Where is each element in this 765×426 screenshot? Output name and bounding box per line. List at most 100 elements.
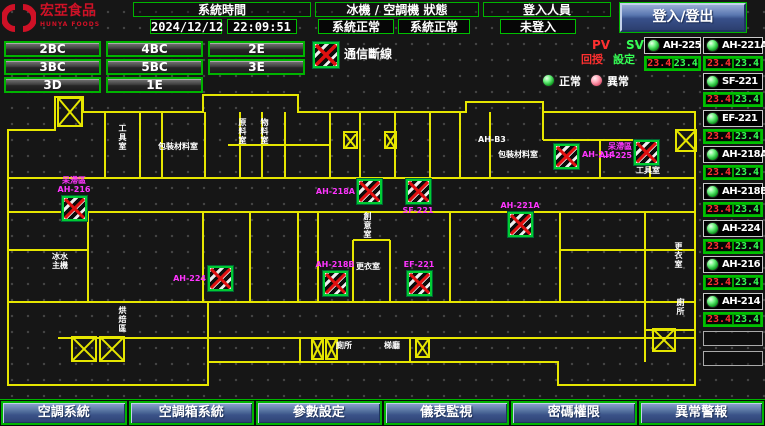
ahu-marker-label-line: EF-221 [389,260,449,269]
nav-button-6[interactable]: 異常警報 [639,401,765,425]
sv-header: SV [626,39,644,52]
ahu-marker-label-line: AH-218B [305,260,365,269]
zone-button-2e[interactable]: 2E [208,41,305,57]
login-user-value: 未登入 [500,19,576,34]
comm-loss-icon [313,42,339,68]
ahu-marker-icon-ef-221[interactable] [407,271,432,296]
nav-button-2[interactable]: 空調箱系統 [129,401,255,425]
ahu-marker-icon-ah-216[interactable] [62,196,87,221]
room-label: 原料室 [238,118,247,145]
ahu-marker-label-line: AH-218A [315,187,355,196]
nav-button-3[interactable]: 參數設定 [256,401,382,425]
stairs-icon [415,338,430,358]
stairs-icon [675,129,697,152]
unit-sv-value: 23.4 [733,131,761,142]
unit-name-label: AH-218B [722,186,765,197]
room-label: 包裝材料室 [158,142,198,151]
unit-pv-value: 23.4 [705,314,733,325]
unit-empty-slot [703,331,763,346]
ahu-marker-icon-ah-225[interactable] [634,140,659,165]
unit-row-ah-214[interactable]: AH-214 [703,293,763,310]
unit-status-led-icon [706,112,719,125]
nav-button-4[interactable]: 儀表監視 [384,401,510,425]
room-label: 廁所 [676,298,685,316]
zone-button-3e[interactable]: 3E [208,59,305,75]
unit-sv-value: 23.4 [733,277,761,288]
unit-sv-value: 23.4 [733,241,761,252]
unit-status-led-icon [647,39,660,52]
unit-pv-value: 23.4 [705,277,733,288]
zone-button-2bc[interactable]: 2BC [4,41,101,57]
login-user-label: 登入人員 [483,2,611,17]
ahu-marker-label: AH-214 [582,150,632,159]
unit-row-ah-218b[interactable]: AH-218B [703,183,763,200]
zone-button-4bc[interactable]: 4BC [106,41,203,57]
stairs-icon [311,338,324,360]
unit-name-label: SF-221 [722,76,758,87]
ahu-marker-label-line: AH-216 [44,185,104,194]
system-date-value: 2024/12/12 [150,19,222,34]
unit-empty-slot [703,351,763,366]
ahu-marker-icon-sf-221[interactable] [406,179,431,204]
unit-row-ef-221[interactable]: EF-221 [703,110,763,127]
unit-sv-value: 23.4 [733,314,761,325]
unit-name-label: AH-218A [722,149,765,160]
unit-row-ah-218a[interactable]: AH-218A [703,146,763,163]
unit-row-sf-221[interactable]: SF-221 [703,73,763,90]
zone-button-5bc[interactable]: 5BC [106,59,203,75]
unit-values-sf-221: 23.423.4 [703,92,763,107]
room-label: 冰水主機 [52,252,74,270]
nav-button-5[interactable]: 密碼權限 [511,401,637,425]
unit-sv-value: 23.4 [733,167,761,178]
ahu-marker-icon-ah-224[interactable] [208,266,233,291]
unit-name-label: AH-225 [663,40,701,51]
unit-pv-value: 23.4 [705,204,733,215]
comm-loss-label: 通信斷線 [344,48,392,61]
unit-status-led-icon [706,75,719,88]
pv-header: PV [592,39,610,52]
unit-status-led-icon [706,258,719,271]
ahu-marker-icon-ah-218a[interactable] [357,179,382,204]
ahu-marker-label-line: AH-221A [490,201,550,210]
unit-values-ah-224: 23.423.4 [703,239,763,254]
brand-name-zh: 宏亞食品 [40,3,96,19]
room-label: 包裝材料室 [498,150,538,159]
ahu-marker-label-line: AH-225 [592,151,632,160]
unit-name-label: AH-221A [722,40,765,51]
unit-status-led-icon [706,39,719,52]
zone-button-3bc[interactable]: 3BC [4,59,101,75]
stairs-icon [343,131,358,149]
normal-led-icon [542,74,555,87]
ahu-marker-label-line: AH-224 [166,274,206,283]
unit-status-led-icon [706,185,719,198]
ahu-marker-label: SF-221 [388,206,448,215]
unit-row-ah-224[interactable]: AH-224 [703,220,763,237]
room-label: AH-B3 [478,135,506,144]
ahu-marker-icon-ah-221a[interactable] [508,212,533,237]
unit-values-ef-221: 23.423.4 [703,129,763,144]
brand-logo-icon [2,4,36,32]
unit-sv-value: 23.4 [673,58,700,69]
zone-button-3d[interactable]: 3D [4,77,101,93]
normal-label: 正常 [559,75,581,88]
unit-row-ah-216[interactable]: AH-216 [703,256,763,273]
pv-caption: 回授 [581,53,603,66]
nav-button-1[interactable]: 空調系統 [1,401,127,425]
ahu-marker-icon-ah-218b[interactable] [323,271,348,296]
unit-row-ah-221a[interactable]: AH-221A [703,37,763,54]
room-label: 物料室 [260,118,269,145]
stairs-icon [57,97,83,127]
brand-name-en: HUNYA FOODS [40,18,100,31]
stairs-icon [652,328,676,352]
unit-sv-value: 23.4 [733,94,761,105]
unit-sv-value: 23.4 [733,204,761,215]
stairs-icon [99,336,125,362]
zone-button-1e[interactable]: 1E [106,77,203,93]
login-logout-button[interactable]: 登入/登出 [620,3,746,32]
hmi-screen: 宏亞食品 HUNYA FOODS 系統時間 2024/12/12 22:09:5… [0,0,765,426]
room-label: 更衣室 [356,262,380,271]
unit-row-ah-225[interactable]: AH-225 [644,37,701,54]
unit-status-led-icon [706,148,719,161]
ahu-marker-icon-ah-214[interactable] [554,144,579,169]
machine-status-label: 冰機 / 空調機 狀態 [315,2,479,17]
